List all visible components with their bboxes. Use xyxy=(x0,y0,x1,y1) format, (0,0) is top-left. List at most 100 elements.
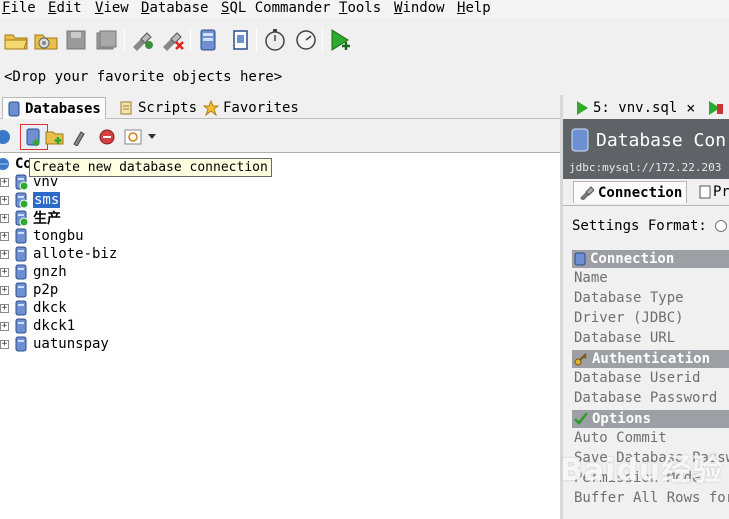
tree-item[interactable]: + dkck1 xyxy=(0,317,75,335)
expand-icon[interactable]: + xyxy=(0,339,9,349)
checkmark-icon xyxy=(574,412,588,426)
tree-root[interactable]: Co xyxy=(0,155,32,173)
monitor-icon[interactable] xyxy=(292,26,320,54)
field-permission-mode: Permission Mode xyxy=(574,470,701,486)
filter-icon[interactable] xyxy=(123,126,145,148)
tree-item-label: dkck1 xyxy=(33,318,76,334)
properties-tabs: Connection Pr xyxy=(563,181,729,205)
create-folder-icon[interactable] xyxy=(44,126,66,148)
tree-item-label: sms xyxy=(33,192,61,208)
header-title: Database Con xyxy=(596,130,727,151)
tab-databases[interactable]: Databases xyxy=(2,97,106,119)
menu-view[interactable]: View xyxy=(95,0,129,17)
menu-tools[interactable]: Tools xyxy=(339,0,381,17)
tree-item[interactable]: + tongbu xyxy=(0,227,84,245)
tree-item[interactable]: + allote-biz xyxy=(0,245,117,263)
globe-icon xyxy=(0,156,10,172)
database-info-icon[interactable] xyxy=(194,26,222,54)
expand-icon[interactable]: + xyxy=(0,177,9,187)
field-database-userid: Database Userid xyxy=(574,370,701,386)
save-all-icon[interactable] xyxy=(92,26,120,54)
connections-tree[interactable]: Co + vnv + sms + 生产 + tongbu + allote-biz + gnzh + p2… xyxy=(0,152,560,519)
main-toolbar xyxy=(0,22,729,60)
expand-icon[interactable]: + xyxy=(0,249,9,259)
expand-icon[interactable]: + xyxy=(0,285,9,295)
tree-item-label: allote-biz xyxy=(33,246,118,262)
menu-sql-commander[interactable]: SQL Commander xyxy=(221,0,331,17)
connect-icon[interactable] xyxy=(128,26,156,54)
tree-item[interactable]: + sms xyxy=(0,191,61,209)
open-recent-icon[interactable] xyxy=(32,26,60,54)
tree-item-label: p2p xyxy=(33,282,59,298)
properties-icon[interactable] xyxy=(68,126,90,148)
expand-icon[interactable]: + xyxy=(0,321,9,331)
tab-next[interactable] xyxy=(707,97,723,119)
field-database-type: Database Type xyxy=(574,290,684,306)
field-save-password: Save Database Passwo xyxy=(574,450,729,466)
run-icon xyxy=(707,100,723,116)
database-icon xyxy=(14,228,28,244)
tree-item-label: dkck xyxy=(33,300,67,316)
tree-item[interactable]: + 生产 xyxy=(0,209,61,227)
database-icon xyxy=(14,336,28,352)
close-icon[interactable]: × xyxy=(686,99,695,117)
tree-item-label: tongbu xyxy=(33,228,84,244)
script-icon[interactable] xyxy=(226,26,254,54)
connected-database-icon xyxy=(14,192,29,209)
disconnect-icon[interactable] xyxy=(158,26,186,54)
field-buffer-rows: Buffer All Rows for xyxy=(574,490,729,506)
refresh-icon[interactable] xyxy=(0,126,14,148)
database-icon xyxy=(7,101,21,117)
delete-icon[interactable] xyxy=(96,126,118,148)
expand-icon[interactable]: + xyxy=(0,195,9,205)
database-icon xyxy=(14,246,28,262)
expand-icon[interactable]: + xyxy=(0,303,9,313)
open-folder-icon[interactable] xyxy=(2,26,30,54)
expand-icon[interactable]: + xyxy=(0,267,9,277)
tree-item[interactable]: + uatunspay xyxy=(0,335,109,353)
save-icon[interactable] xyxy=(62,26,90,54)
expand-icon[interactable]: + xyxy=(0,231,9,241)
menu-file[interactable]: File xyxy=(2,0,36,17)
settings-format-radio[interactable] xyxy=(714,220,727,232)
tooltip: Create new database connection xyxy=(29,158,272,177)
connection-header: Database Con jdbc:mysql://172.22.203 xyxy=(563,119,729,179)
tab-properties[interactable]: Pr xyxy=(699,181,729,203)
menu-database[interactable]: Database xyxy=(141,0,208,17)
tree-item[interactable]: + dkck xyxy=(0,299,67,317)
tab-scripts[interactable]: Scripts xyxy=(114,97,201,119)
execute-icon[interactable] xyxy=(327,26,355,54)
key-icon xyxy=(574,352,588,366)
field-name: Name xyxy=(574,270,608,286)
favorites-drop-zone[interactable]: <Drop your favorite objects here> xyxy=(4,69,282,86)
tree-item-label: 生产 xyxy=(33,211,61,227)
editor-tab-bar: 5: vnv.sql × xyxy=(563,95,729,119)
section-authentication[interactable]: Authentication xyxy=(572,350,729,368)
scripts-icon xyxy=(118,100,134,116)
expand-icon[interactable]: + xyxy=(0,213,9,223)
menu-window[interactable]: Window xyxy=(394,0,445,17)
database-icon xyxy=(14,264,28,280)
database-icon xyxy=(569,127,591,157)
tree-item[interactable]: + gnzh xyxy=(0,263,67,281)
tab-favorites[interactable]: Favorites xyxy=(199,97,303,119)
tree-item[interactable]: + p2p xyxy=(0,281,58,299)
settings-format: Settings Format: xyxy=(572,218,727,234)
database-icon xyxy=(14,282,28,298)
section-connection[interactable]: Connection xyxy=(572,250,729,268)
dropdown-arrow-icon[interactable] xyxy=(145,126,159,148)
tab-connection[interactable]: Connection xyxy=(573,181,688,203)
section-options[interactable]: Options xyxy=(572,410,729,428)
tree-item-label: uatunspay xyxy=(33,336,109,352)
right-panel: 5: vnv.sql × Database Con jdbc:mysql://1… xyxy=(563,95,729,519)
database-icon xyxy=(14,300,28,316)
menu-edit[interactable]: Edit xyxy=(48,0,82,17)
menu-help[interactable]: Help xyxy=(457,0,491,17)
stopwatch-icon[interactable] xyxy=(261,26,289,54)
menu-bar: File Edit View Database SQL Commander To… xyxy=(0,0,729,18)
connection-form: Settings Format: Connection Name Databas… xyxy=(563,205,729,519)
connected-database-icon xyxy=(14,174,29,191)
tab-vnv-sql[interactable]: 5: vnv.sql × xyxy=(575,97,695,119)
field-auto-commit: Auto Commit xyxy=(574,430,667,446)
run-icon xyxy=(575,100,589,116)
